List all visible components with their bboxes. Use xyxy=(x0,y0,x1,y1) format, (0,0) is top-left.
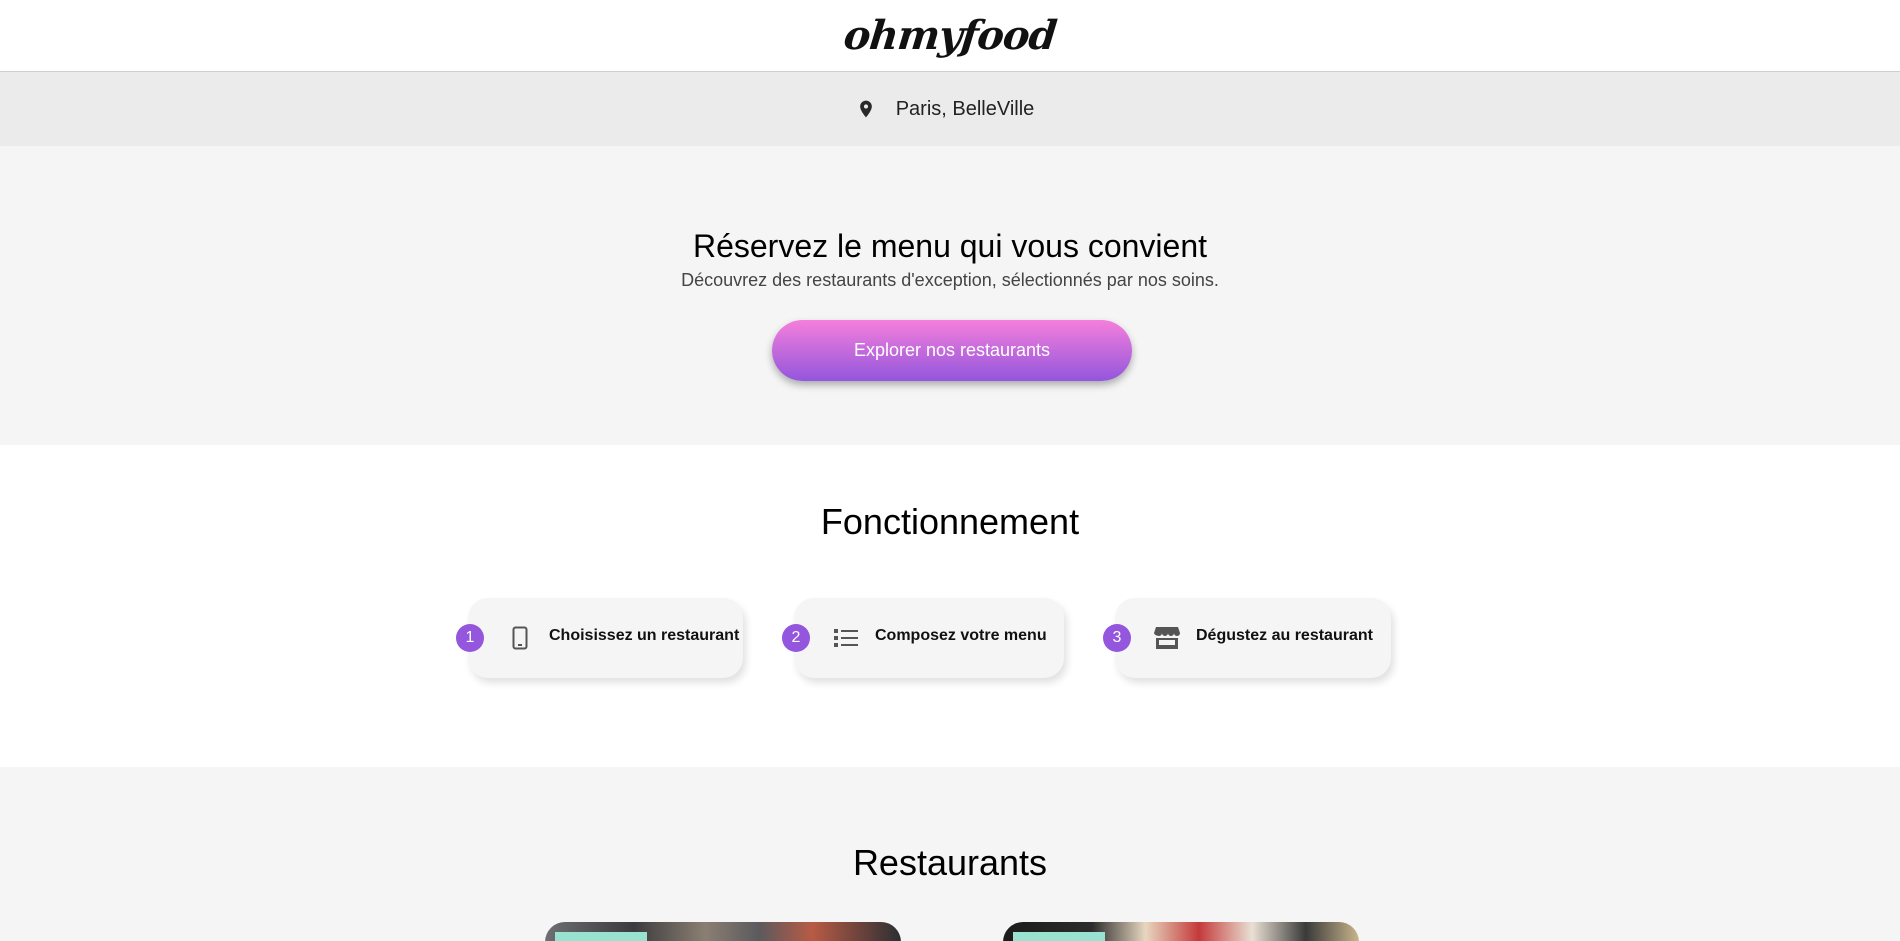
step-card-1: 1 Choisissez un restaurant xyxy=(456,598,743,678)
step-label: Dégustez au restaurant xyxy=(1196,627,1373,644)
explore-restaurants-button[interactable]: Explorer nos restaurants xyxy=(772,320,1132,381)
location-pin-icon xyxy=(859,100,872,118)
list-icon xyxy=(832,624,860,652)
step-label: Composez votre menu xyxy=(875,627,1047,644)
restaurants-section: Restaurants xyxy=(0,767,1900,941)
location-bar: Paris, BelleVille xyxy=(0,72,1900,146)
step-card-2: 2 Composez votre menu xyxy=(782,598,1064,678)
restaurant-card[interactable] xyxy=(1003,922,1359,941)
step-label: Choisissez un restaurant xyxy=(549,627,740,644)
how-it-works-section: Fonctionnement 1 Choisissez un restauran… xyxy=(0,445,1900,767)
step-card-3: 3 Dégustez au restaurant xyxy=(1103,598,1391,678)
step-number-badge: 3 xyxy=(1103,624,1131,652)
location-text: Paris, BelleVille xyxy=(895,97,1035,120)
new-badge xyxy=(555,932,647,941)
new-badge xyxy=(1013,932,1105,941)
restaurant-card[interactable] xyxy=(545,922,901,941)
store-icon xyxy=(1153,624,1181,652)
site-header: ohmyfood xyxy=(0,0,1900,72)
hero-section: Réservez le menu qui vous convient Décou… xyxy=(0,146,1900,445)
step-number-badge: 1 xyxy=(456,624,484,652)
ohmyfood-logo[interactable]: ohmyfood xyxy=(842,12,1059,59)
step-number-badge: 2 xyxy=(782,624,810,652)
hero-title: Réservez le menu qui vous convient xyxy=(692,228,1208,264)
restaurants-title: Restaurants xyxy=(852,842,1048,883)
hero-subtitle: Découvrez des restaurants d'exception, s… xyxy=(681,270,1219,290)
smartphone-icon xyxy=(506,624,534,652)
how-it-works-title: Fonctionnement xyxy=(820,501,1080,542)
